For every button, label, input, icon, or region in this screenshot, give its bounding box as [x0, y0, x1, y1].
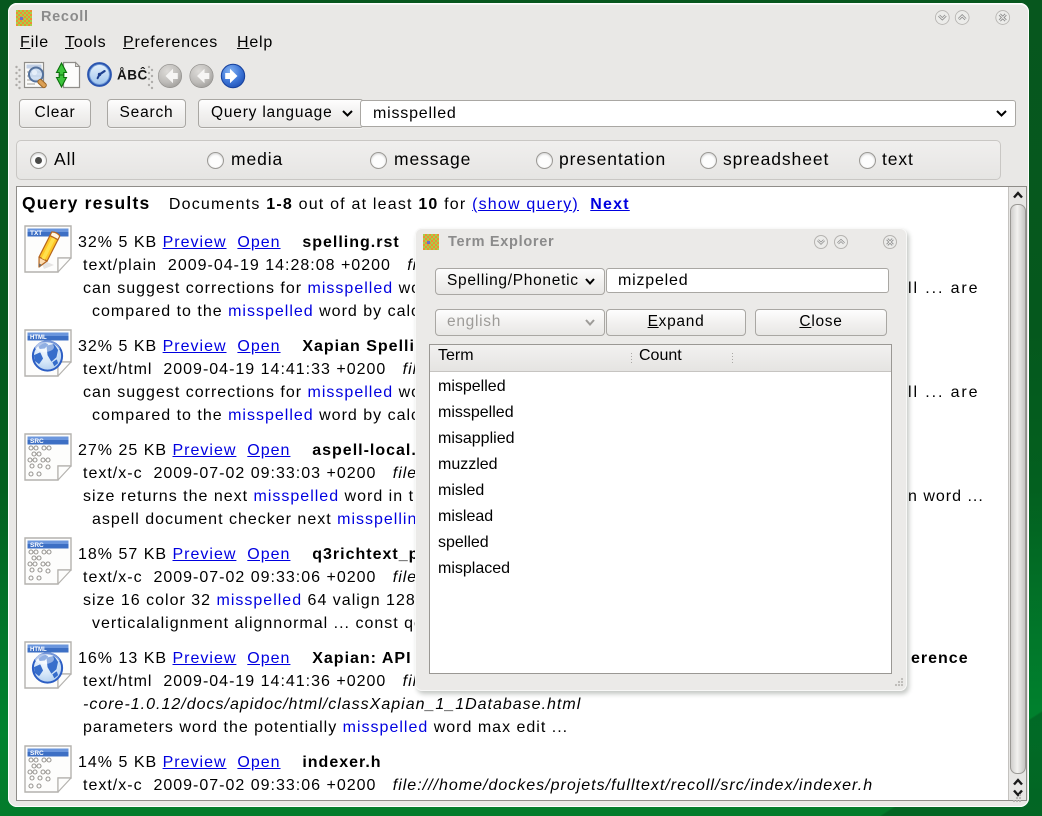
svg-text:ÅBĈ: ÅBĈ	[117, 68, 148, 83]
